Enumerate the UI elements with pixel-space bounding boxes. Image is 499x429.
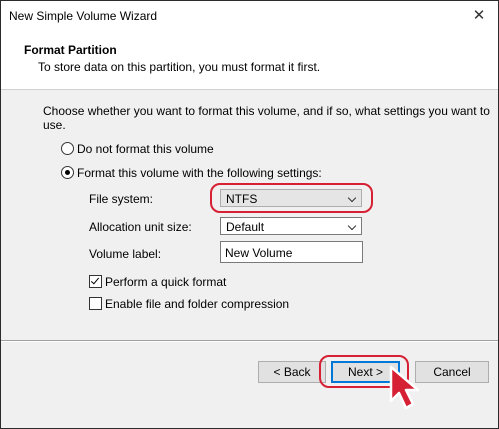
quick-format-label[interactable]: Perform a quick format <box>105 275 226 289</box>
title-bar: New Simple Volume Wizard ✕ <box>1 1 498 31</box>
file-system-label: File system: <box>89 192 154 206</box>
allocation-select[interactable]: Default <box>220 217 362 235</box>
window-title: New Simple Volume Wizard <box>9 9 158 23</box>
chevron-down-icon <box>347 193 357 203</box>
file-system-select[interactable]: NTFS <box>220 189 362 207</box>
quick-format-checkbox[interactable] <box>89 275 102 288</box>
chevron-down-icon <box>347 221 357 231</box>
wizard-header: Format Partition To store data on this p… <box>1 31 498 90</box>
instruction-text: Choose whether you want to format this v… <box>43 104 490 132</box>
no-format-radio[interactable] <box>61 142 74 155</box>
wizard-window: New Simple Volume Wizard ✕ Format Partit… <box>0 0 499 429</box>
page-title: Format Partition <box>24 43 117 57</box>
volume-label-value: New Volume <box>225 246 293 260</box>
format-label[interactable]: Format this volume with the following se… <box>77 166 322 180</box>
back-button[interactable]: < Back <box>258 361 326 383</box>
cancel-button[interactable]: Cancel <box>415 361 489 383</box>
volume-label-label: Volume label: <box>89 247 162 261</box>
compression-checkbox[interactable] <box>89 297 102 310</box>
volume-label-input[interactable]: New Volume <box>220 241 363 263</box>
allocation-value: Default <box>226 220 265 234</box>
next-button[interactable]: Next > <box>331 361 400 383</box>
no-format-label[interactable]: Do not format this volume <box>77 142 214 156</box>
close-button[interactable]: ✕ <box>468 5 490 27</box>
compression-label[interactable]: Enable file and folder compression <box>105 297 289 311</box>
footer-divider <box>1 340 498 342</box>
format-radio[interactable] <box>61 166 74 179</box>
file-system-value: NTFS <box>226 192 258 206</box>
allocation-label: Allocation unit size: <box>89 220 192 234</box>
page-subtitle: To store data on this partition, you mus… <box>38 60 321 74</box>
